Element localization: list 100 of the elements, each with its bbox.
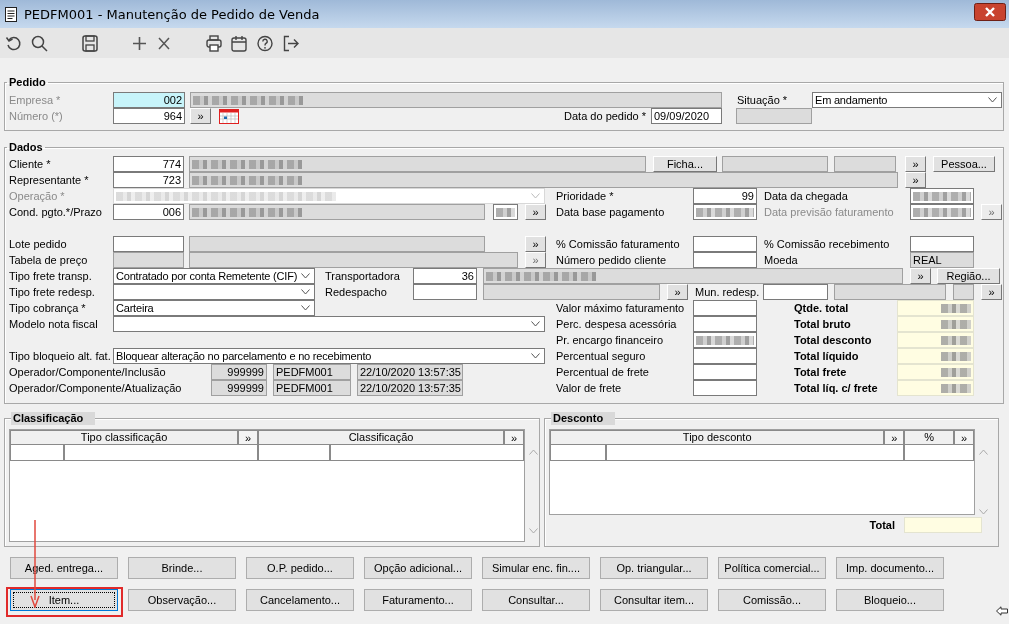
text-field[interactable] bbox=[189, 252, 518, 268]
dropdown[interactable] bbox=[113, 284, 315, 300]
save-icon[interactable] bbox=[82, 34, 98, 52]
dropdown[interactable]: Contratado por conta Remetente (CIF) bbox=[113, 268, 315, 284]
column-header[interactable]: Tipo desconto bbox=[550, 430, 885, 445]
action-button[interactable]: O.P. pedido... bbox=[246, 557, 354, 579]
text-field[interactable]: 002 bbox=[113, 92, 185, 108]
action-button[interactable]: Opção adicional... bbox=[364, 557, 472, 579]
action-button[interactable]: Comissão... bbox=[718, 589, 826, 611]
calendar-icon[interactable] bbox=[219, 108, 239, 124]
text-field[interactable] bbox=[910, 236, 974, 252]
action-button[interactable]: Consultar... bbox=[482, 589, 590, 611]
left-arrow-icon[interactable] bbox=[996, 606, 1008, 616]
text-field[interactable]: 09/09/2020 bbox=[651, 108, 722, 124]
text-field[interactable]: 999999 bbox=[211, 380, 267, 396]
print-icon[interactable] bbox=[206, 34, 222, 52]
text-field[interactable] bbox=[834, 284, 946, 300]
header-button[interactable]: » bbox=[504, 430, 524, 445]
action-button[interactable]: Bloqueio... bbox=[836, 589, 944, 611]
header-button[interactable]: » bbox=[954, 430, 974, 445]
action-button[interactable]: Consultar item... bbox=[600, 589, 708, 611]
text-field[interactable]: REAL bbox=[910, 252, 974, 268]
text-field[interactable] bbox=[693, 252, 757, 268]
undo-icon[interactable] bbox=[5, 34, 22, 52]
text-field[interactable] bbox=[483, 284, 660, 300]
form-button[interactable]: » bbox=[525, 236, 546, 252]
column-header[interactable]: % bbox=[904, 430, 955, 445]
text-field[interactable] bbox=[693, 204, 757, 220]
exit-icon[interactable] bbox=[283, 34, 299, 52]
text-field[interactable]: 774 bbox=[113, 156, 184, 172]
column-header[interactable]: Tipo classificação bbox=[10, 430, 239, 445]
text-field[interactable] bbox=[493, 204, 518, 220]
plus-icon[interactable] bbox=[132, 34, 147, 52]
text-field[interactable] bbox=[910, 188, 974, 204]
form-button[interactable]: » bbox=[981, 284, 1002, 300]
text-field[interactable] bbox=[736, 108, 812, 124]
text-field[interactable] bbox=[189, 156, 646, 172]
form-button[interactable]: » bbox=[190, 108, 211, 124]
action-button[interactable]: Cancelamento... bbox=[246, 589, 354, 611]
form-button[interactable]: » bbox=[525, 204, 546, 220]
text-field[interactable] bbox=[189, 236, 485, 252]
text-field[interactable]: 36 bbox=[413, 268, 477, 284]
text-field[interactable] bbox=[910, 204, 974, 220]
text-field[interactable]: PEDFM001 bbox=[273, 380, 351, 396]
text-field[interactable] bbox=[693, 332, 757, 348]
text-field[interactable]: 22/10/2020 13:57:35 bbox=[357, 380, 463, 396]
action-button[interactable]: Simular enc. fin.... bbox=[482, 557, 590, 579]
column-header[interactable]: Classificação bbox=[258, 430, 505, 445]
text-field[interactable] bbox=[722, 156, 828, 172]
action-button[interactable]: Item... bbox=[10, 589, 118, 611]
text-field[interactable] bbox=[483, 268, 903, 284]
form-button[interactable]: » bbox=[905, 172, 926, 188]
action-button[interactable]: Política comercial... bbox=[718, 557, 826, 579]
dropdown[interactable]: Bloquear alteração no parcelamento e no recebimento bbox=[113, 348, 545, 364]
dropdown[interactable]: Carteira bbox=[113, 300, 315, 316]
text-field[interactable]: 99 bbox=[693, 188, 757, 204]
text-field[interactable]: 006 bbox=[113, 204, 184, 220]
text-field[interactable]: PEDFM001 bbox=[273, 364, 351, 380]
form-button[interactable]: » bbox=[905, 156, 926, 172]
text-field[interactable] bbox=[693, 380, 757, 396]
text-field[interactable] bbox=[190, 92, 722, 108]
text-field[interactable] bbox=[693, 348, 757, 364]
text-field[interactable] bbox=[413, 284, 477, 300]
text-field[interactable]: 964 bbox=[113, 108, 185, 124]
text-field[interactable] bbox=[834, 156, 896, 172]
form-button[interactable]: » bbox=[667, 284, 688, 300]
form-button[interactable]: Pessoa... bbox=[933, 156, 995, 172]
action-button[interactable]: Brinde... bbox=[128, 557, 236, 579]
action-button[interactable]: Imp. documento... bbox=[836, 557, 944, 579]
text-field[interactable] bbox=[693, 316, 757, 332]
close-icon[interactable] bbox=[974, 3, 1006, 21]
text-field[interactable] bbox=[189, 172, 898, 188]
form-button[interactable]: Região... bbox=[937, 268, 1000, 284]
field-label: Data previsão faturamento bbox=[764, 204, 895, 220]
dropdown[interactable]: Em andamento bbox=[812, 92, 1002, 108]
search-icon[interactable] bbox=[31, 34, 48, 52]
dropdown[interactable] bbox=[113, 316, 545, 332]
text-field[interactable] bbox=[189, 204, 485, 220]
calendar-icon[interactable] bbox=[231, 34, 247, 52]
form-button[interactable]: » bbox=[910, 268, 931, 284]
text-field[interactable] bbox=[113, 236, 184, 252]
text-field[interactable] bbox=[693, 300, 757, 316]
text-field[interactable] bbox=[113, 252, 184, 268]
action-button[interactable]: Op. triangular... bbox=[600, 557, 708, 579]
action-button[interactable]: Faturamento... bbox=[364, 589, 472, 611]
text-field[interactable]: 22/10/2020 13:57:35 bbox=[357, 364, 463, 380]
text-field[interactable] bbox=[693, 364, 757, 380]
form-button[interactable]: Ficha... bbox=[653, 156, 717, 172]
help-icon[interactable] bbox=[257, 34, 273, 52]
header-button[interactable]: » bbox=[238, 430, 259, 445]
field-label: Cliente * bbox=[9, 156, 52, 172]
field-label: % Comissão faturamento bbox=[556, 236, 681, 252]
action-button[interactable]: Observação... bbox=[128, 589, 236, 611]
text-field[interactable] bbox=[953, 284, 974, 300]
text-field[interactable] bbox=[763, 284, 828, 300]
text-field[interactable]: 723 bbox=[113, 172, 184, 188]
action-button[interactable]: Aged. entrega... bbox=[10, 557, 118, 579]
text-field[interactable] bbox=[693, 236, 757, 252]
text-field[interactable]: 999999 bbox=[211, 364, 267, 380]
header-button[interactable]: » bbox=[884, 430, 905, 445]
